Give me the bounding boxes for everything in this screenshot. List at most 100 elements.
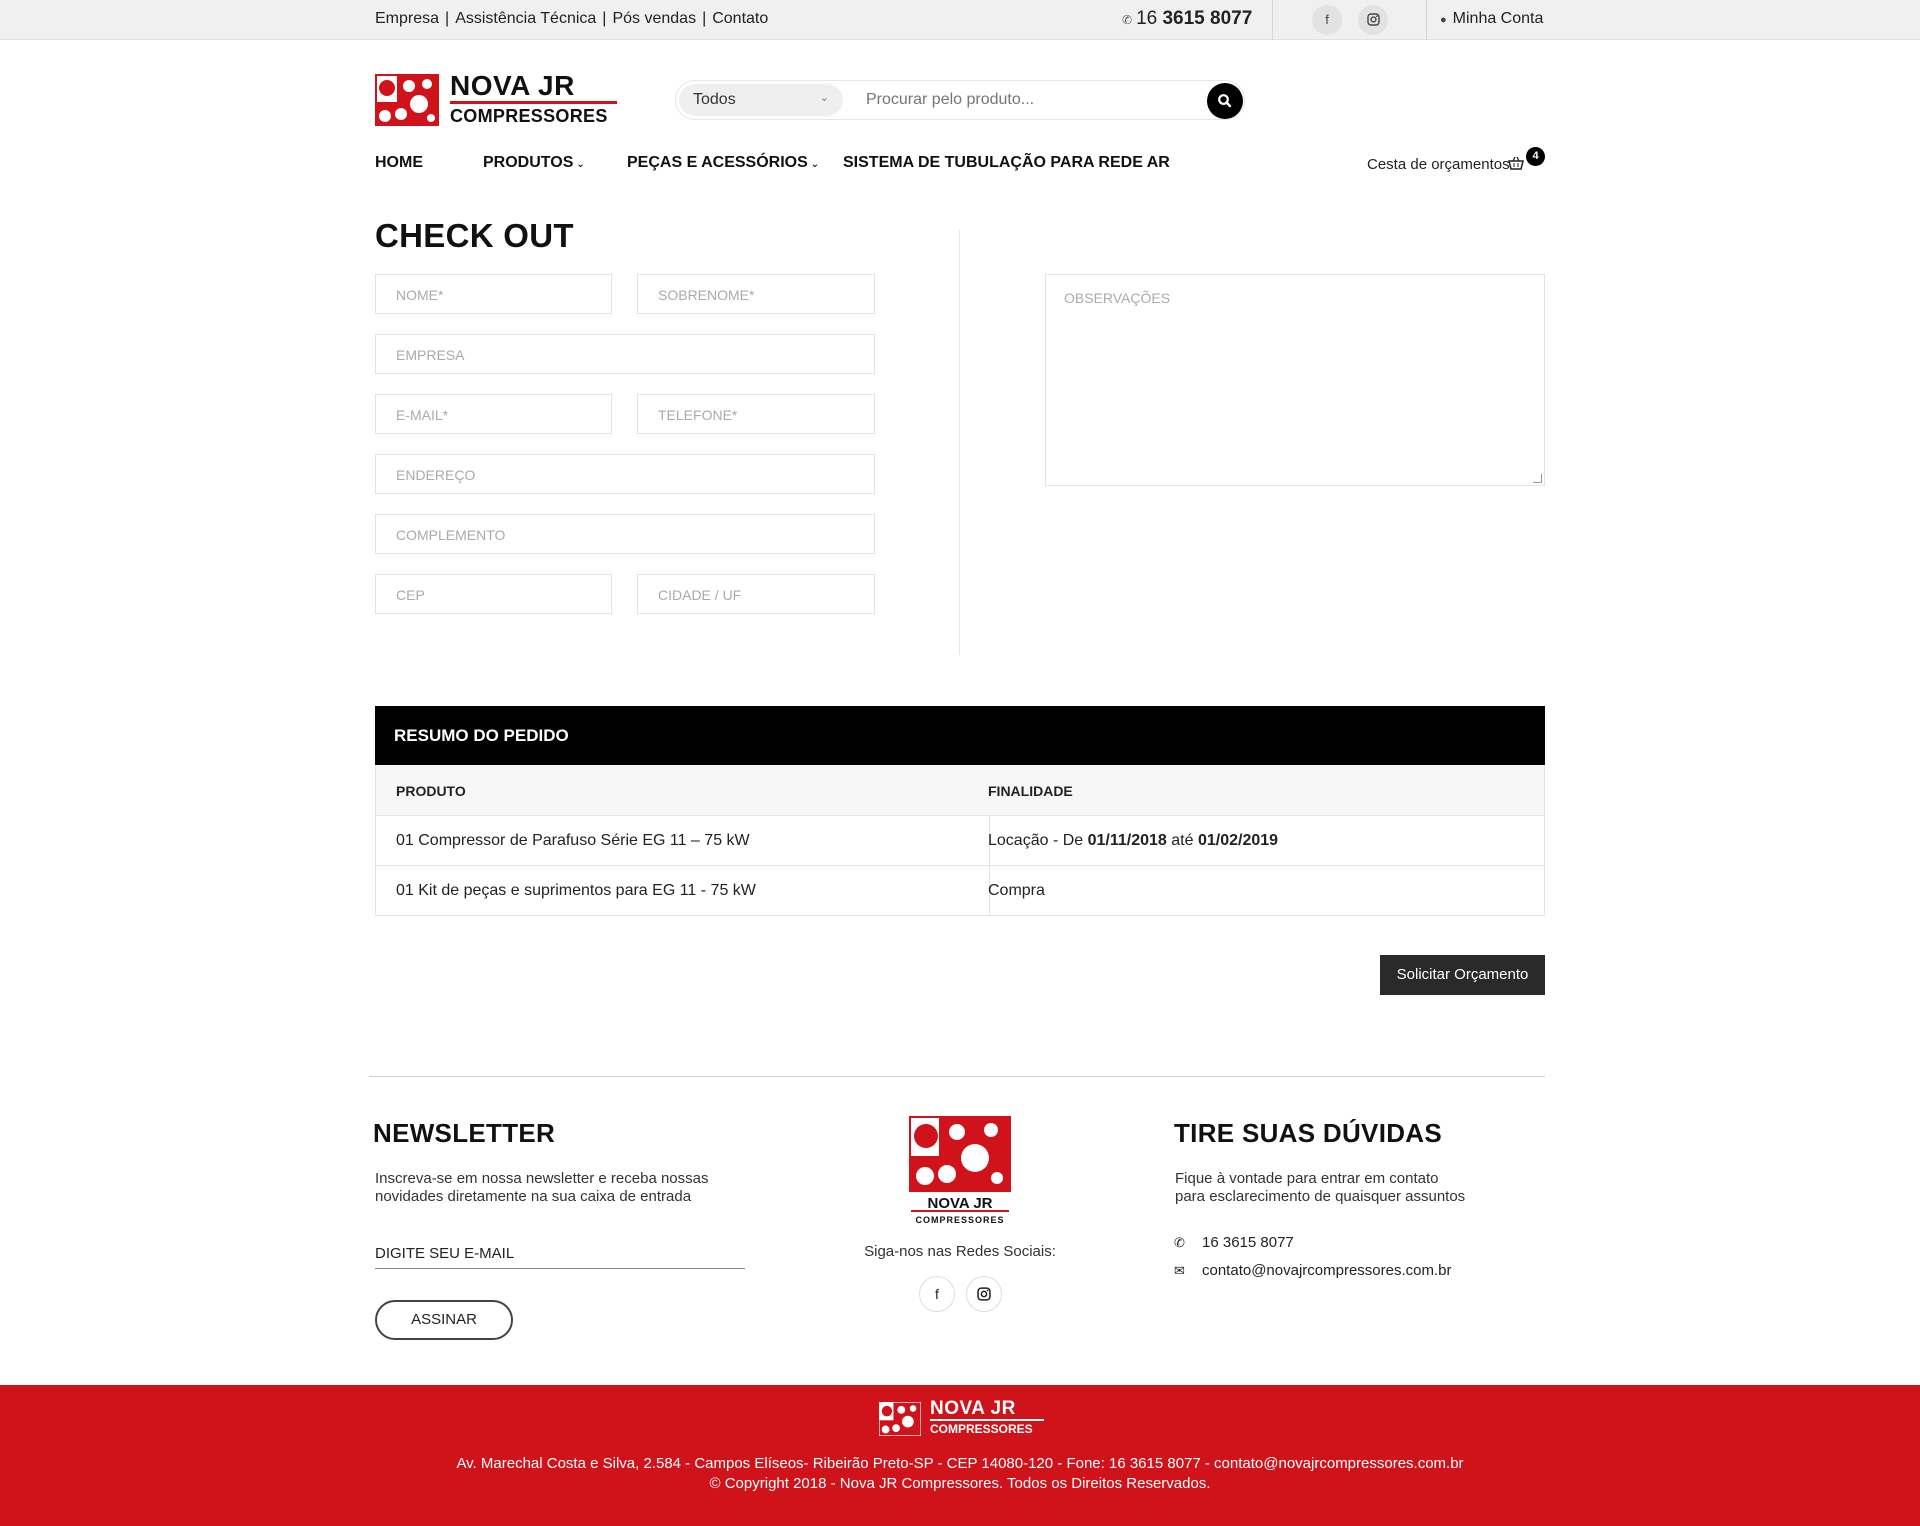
- date-from: 01/11/2018: [1087, 832, 1167, 849]
- user-icon: ●: [1440, 14, 1447, 26]
- telefone-field[interactable]: TELEFONE*: [637, 394, 875, 434]
- request-quote-button[interactable]: Solicitar Orçamento: [1380, 955, 1545, 995]
- col-header-finalidade: FINALIDADE: [988, 783, 1073, 799]
- observacoes-placeholder: OBSERVAÇÕES: [1064, 290, 1171, 306]
- cell-purpose: Compra: [988, 882, 1045, 899]
- logo-text-line1: NOVA JR: [450, 70, 575, 101]
- newsletter-text-line1: Inscreva-se em nossa newsletter e receba…: [375, 1170, 709, 1187]
- search-button[interactable]: [1207, 83, 1243, 119]
- top-link-contato[interactable]: Contato: [712, 10, 768, 27]
- site-logo[interactable]: NOVA JR COMPRESSORES: [375, 70, 617, 128]
- footer-divider: [369, 1076, 1545, 1077]
- top-bar: Empresa | Assistência Técnica | Pós vendas | C…: [0, 0, 1920, 40]
- purpose-mid: até: [1166, 832, 1198, 849]
- account-label: Minha Conta: [1452, 10, 1544, 27]
- nav-home[interactable]: HOME: [375, 154, 423, 172]
- complemento-field[interactable]: COMPLEMENTO: [375, 514, 875, 554]
- contact-phone-text: 16 3615 8077: [1202, 1234, 1294, 1251]
- column-divider: [959, 230, 960, 655]
- order-summary-table: PRODUTO FINALIDADE 01 Compressor de Para…: [375, 765, 1545, 916]
- empresa-field[interactable]: EMPRESA: [375, 334, 875, 374]
- footer-logo-line1: NOVA JR: [927, 1195, 993, 1212]
- footer-copyright: © Copyright 2018 - Nova JR Compressores.…: [709, 1475, 1211, 1492]
- logo-text-line2: COMPRESSORES: [450, 106, 608, 126]
- top-link-assistencia[interactable]: Assistência Técnica: [455, 10, 596, 27]
- top-links: Empresa | Assistência Técnica | Pós vendas | C…: [375, 10, 768, 28]
- email-field[interactable]: E-MAIL*: [375, 394, 612, 434]
- divider: [1426, 0, 1427, 40]
- nav-tubulacao[interactable]: SISTEMA DE TUBULAÇÃO PARA REDE AR: [843, 154, 1170, 172]
- order-summary-header: RESUMO DO PEDIDO: [375, 706, 1545, 765]
- cart-count-badge: 4: [1526, 147, 1545, 166]
- cell-purpose: Locação - De 01/11/2018 até 01/02/2019: [988, 816, 1278, 866]
- nav-produtos-label: PRODUTOS: [483, 154, 574, 171]
- table-header-row: PRODUTO FINALIDADE: [376, 765, 1544, 815]
- observacoes-textarea[interactable]: OBSERVAÇÕES: [1045, 274, 1545, 486]
- nav-pecas[interactable]: PEÇAS E ACESSÓRIOS ⌄: [627, 154, 819, 172]
- subscribe-button[interactable]: ASSINAR: [375, 1300, 513, 1340]
- nav-pecas-label: PEÇAS E ACESSÓRIOS: [627, 154, 808, 171]
- logo-text-line1: NOVA JR: [930, 1398, 1016, 1419]
- chevron-down-icon: ⌄: [810, 159, 820, 170]
- phone-number: 3615 8077: [1162, 8, 1253, 29]
- footer-bottom-logo[interactable]: NOVA JR COMPRESSORES: [878, 1398, 1044, 1438]
- contact-phone[interactable]: ✆ 16 3615 8077: [1174, 1234, 1294, 1251]
- search-icon: [1218, 94, 1232, 108]
- envelope-icon: ✉: [1174, 1263, 1185, 1278]
- top-link-pos-vendas[interactable]: Pós vendas: [612, 10, 696, 27]
- separator: |: [602, 10, 607, 27]
- facebook-icon[interactable]: f: [919, 1276, 955, 1312]
- search-input[interactable]: [866, 91, 1196, 109]
- instagram-icon[interactable]: [1358, 5, 1388, 35]
- contact-email[interactable]: ✉ contato@novajrcompressores.com.br: [1174, 1262, 1452, 1279]
- separator: |: [445, 10, 450, 27]
- footer-address-block: Av. Marechal Costa e Silva, 2.584 - Camp…: [0, 1454, 1920, 1494]
- cidade-uf-field[interactable]: CIDADE / UF: [637, 574, 875, 614]
- separator: |: [702, 10, 707, 27]
- basket-icon[interactable]: [1508, 156, 1524, 170]
- newsletter-email-input[interactable]: [375, 1239, 745, 1269]
- chevron-down-icon: ⌄: [819, 92, 829, 104]
- help-title: TIRE SUAS DÚVIDAS: [1174, 1118, 1443, 1148]
- newsletter-text-line2: novidades diretamente na sua caixa de en…: [375, 1188, 692, 1205]
- account-link[interactable]: ● Minha Conta: [1440, 10, 1543, 28]
- endereco-field[interactable]: ENDEREÇO: [375, 454, 875, 494]
- purpose-prefix: Locação - De: [988, 832, 1088, 849]
- sobrenome-field[interactable]: SOBRENOME*: [637, 274, 875, 314]
- instagram-icon[interactable]: [966, 1276, 1002, 1312]
- divider: [1272, 0, 1273, 40]
- nav-produtos[interactable]: PRODUTOS ⌄: [483, 154, 585, 172]
- table-row: 01 Kit de peças e suprimentos para EG 11…: [376, 865, 1544, 915]
- category-value: Todos: [693, 91, 736, 108]
- cep-field[interactable]: CEP: [375, 574, 612, 614]
- date-to: 01/02/2019: [1197, 832, 1279, 849]
- top-phone: ✆ 16 3615 8077: [1122, 8, 1252, 30]
- col-header-produto: PRODUTO: [396, 783, 466, 799]
- table-row: 01 Compressor de Parafuso Série EG 11 – …: [376, 815, 1544, 865]
- newsletter-title: NEWSLETTER: [373, 1118, 556, 1148]
- phone-icon: ✆: [1174, 1235, 1185, 1250]
- logo-underline: [930, 1419, 1044, 1421]
- phone-prefix: 16: [1136, 8, 1158, 29]
- cell-product: 01 Compressor de Parafuso Série EG 11 – …: [396, 832, 750, 849]
- cart-label[interactable]: Cesta de orçamentos: [1367, 156, 1510, 173]
- top-link-empresa[interactable]: Empresa: [375, 10, 439, 27]
- footer-logo-line2: COMPRESSORES: [915, 1215, 1005, 1225]
- help-text-line1: Fique à vontade para entrar em contato: [1175, 1170, 1439, 1187]
- logo-underline: [450, 101, 617, 104]
- nome-field[interactable]: NOME*: [375, 274, 612, 314]
- category-select[interactable]: Todos ⌄: [679, 84, 843, 116]
- cell-product: 01 Kit de peças e suprimentos para EG 11…: [396, 882, 756, 899]
- contact-email-text: contato@novajrcompressores.com.br: [1202, 1262, 1452, 1279]
- phone-icon: ✆: [1122, 13, 1133, 27]
- resize-handle[interactable]: [1533, 474, 1542, 483]
- logo-mark: [879, 1402, 921, 1436]
- search-bar: Todos ⌄: [675, 80, 1245, 120]
- chevron-down-icon: ⌄: [576, 159, 585, 170]
- page-title: CHECK OUT: [375, 217, 574, 254]
- help-text-line2: para esclarecimento de quaisquer assunto…: [1175, 1188, 1466, 1205]
- facebook-icon[interactable]: f: [1312, 5, 1342, 35]
- follow-text: Siga-nos nas Redes Sociais:: [864, 1243, 1056, 1260]
- logo-text-line2: COMPRESSORES: [930, 1422, 1033, 1436]
- logo-mark: [375, 74, 439, 126]
